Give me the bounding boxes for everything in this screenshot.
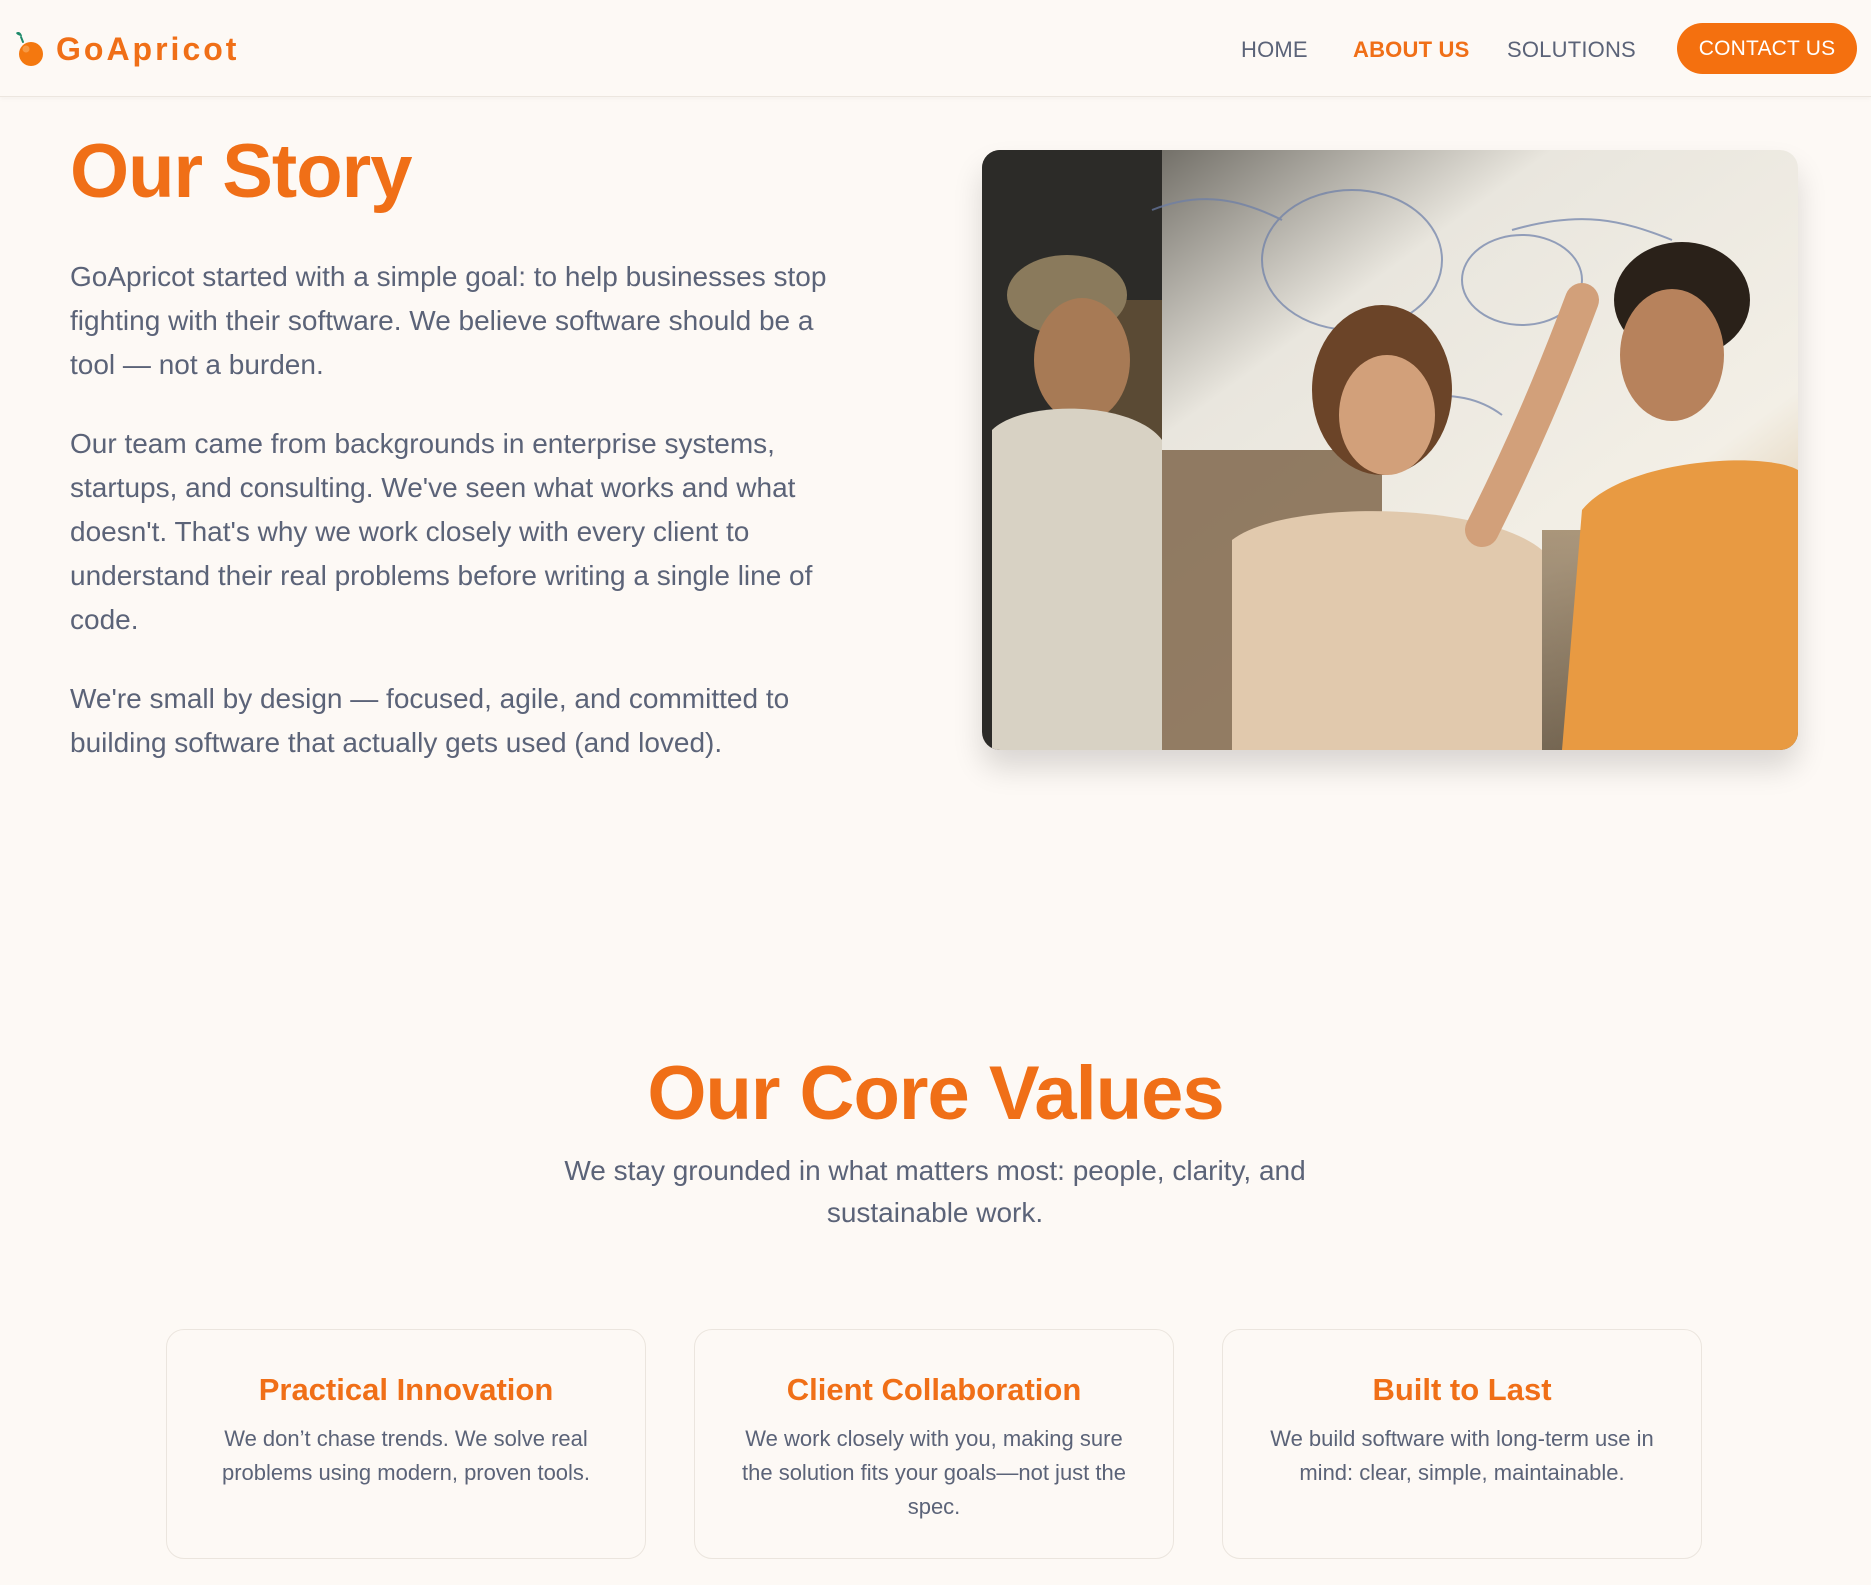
value-card-title: Practical Innovation (258, 1372, 554, 1407)
brand-logo[interactable]: GoApricot (12, 28, 239, 70)
brand-name: GoApricot (56, 30, 240, 67)
value-card: Built to Last We build software with lon… (1222, 1329, 1702, 1559)
site-header: GoApricot HOME ABOUT US SOLUTIONS CONTAC… (0, 0, 1871, 97)
value-card-title: Built to Last (1372, 1372, 1552, 1407)
story-paragraph: GoApricot started with a simple goal: to… (70, 261, 827, 380)
value-card-text: We build software with long-term use in … (1270, 1426, 1654, 1485)
value-card-text: We don’t chase trends. We solve real pro… (221, 1426, 591, 1485)
values-title: Our Core Values (647, 1051, 1224, 1136)
nav-solutions[interactable]: SOLUTIONS (1507, 37, 1636, 63)
contact-us-button[interactable]: CONTACT US (1677, 23, 1857, 74)
value-card: Practical Innovation We don’t chase tren… (166, 1329, 646, 1559)
nav-about-us[interactable]: ABOUT US (1353, 37, 1470, 63)
values-subtitle: We stay grounded in what matters most: p… (564, 1155, 1306, 1228)
apricot-icon (12, 29, 46, 69)
team-photo (982, 150, 1798, 750)
value-card-text: We work closely with you, making sure th… (742, 1426, 1126, 1519)
value-card: Client Collaboration We work closely wit… (694, 1329, 1174, 1559)
story-paragraph: We're small by design — focused, agile, … (70, 683, 790, 758)
value-card-title: Client Collaboration (786, 1372, 1082, 1407)
nav-home[interactable]: HOME (1241, 37, 1308, 63)
story-paragraph: Our team came from backgrounds in enterp… (70, 428, 813, 635)
story-title: Our Story (70, 129, 412, 214)
